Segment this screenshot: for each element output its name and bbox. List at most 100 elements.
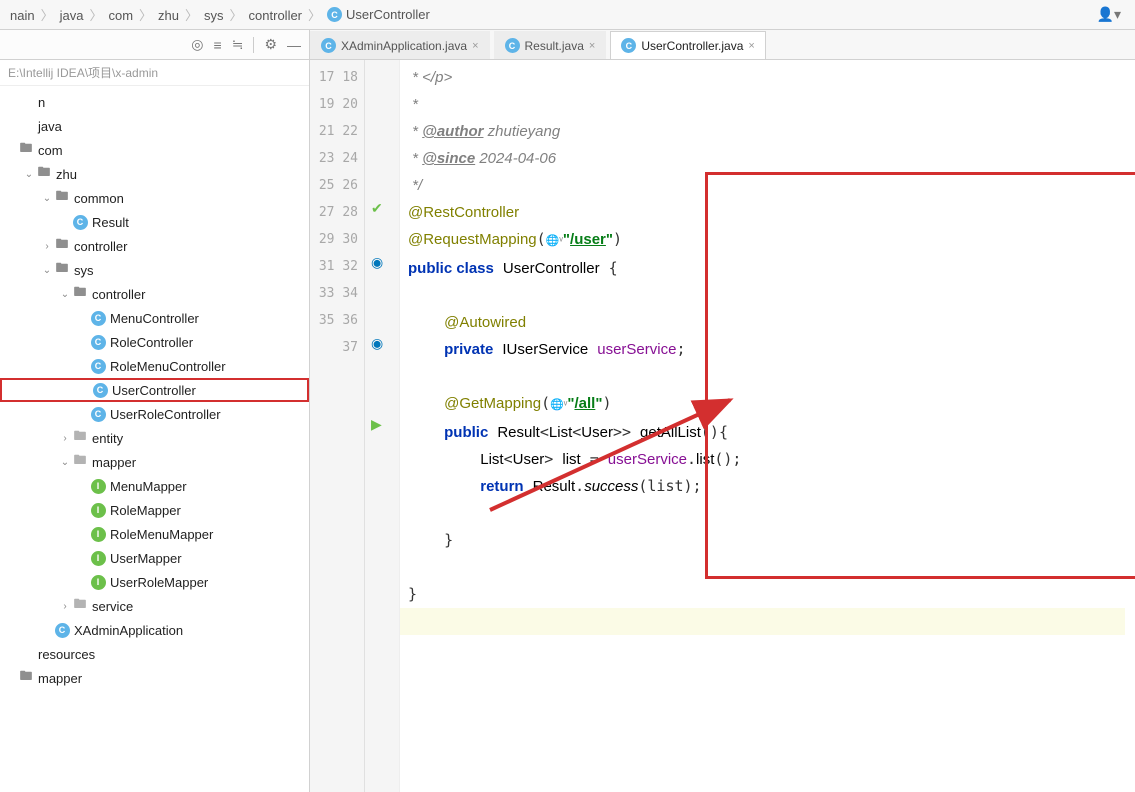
breadcrumb-item[interactable]: java (54, 8, 90, 23)
tree-label: resources (38, 647, 95, 662)
close-icon[interactable]: × (589, 40, 595, 52)
tree-label: UserMapper (110, 551, 182, 566)
locate-icon[interactable]: ◎ (191, 36, 203, 53)
editor-tab[interactable]: CXAdminApplication.java× (310, 31, 490, 59)
breadcrumb-current[interactable]: C UserController (321, 7, 436, 22)
tree-node[interactable]: ›🖿service (0, 594, 309, 618)
tree-node[interactable]: ·🖿mapper (0, 666, 309, 690)
tree-label: RoleMenuMapper (110, 527, 213, 542)
user-menu-icon[interactable]: 👤▾ (1087, 6, 1131, 23)
tree-label: java (38, 119, 62, 134)
tree-arrow-icon[interactable]: › (40, 241, 54, 252)
breadcrumb-item[interactable]: controller (243, 8, 308, 23)
tree-arrow-icon[interactable]: ⌄ (22, 169, 36, 180)
tree-arrow-icon[interactable]: › (58, 601, 72, 612)
class-icon: C (72, 214, 88, 230)
tree-node[interactable]: ·resources (0, 642, 309, 666)
code-area[interactable]: * </p> * * @author zhutieyang * @since 2… (400, 60, 1135, 792)
tree-label: UserRoleMapper (110, 575, 208, 590)
run-gutter-icon[interactable]: ✔ (371, 200, 383, 217)
tree-label: n (38, 95, 45, 110)
tree-label: XAdminApplication (74, 623, 183, 638)
folder-icon: 🖿 (72, 286, 88, 302)
class-icon: C (54, 622, 70, 638)
breadcrumb-item[interactable]: nain (4, 8, 41, 23)
tree-label: MenuController (110, 311, 199, 326)
class-icon: C (90, 406, 106, 422)
tree-arrow-icon[interactable]: › (58, 433, 72, 444)
project-panel: ◎ ≡ ≒ ⚙ — E:\Intellij IDEA\项目\x-admin ·n… (0, 30, 310, 792)
expand-all-icon[interactable]: ≡ (214, 37, 222, 53)
project-path: E:\Intellij IDEA\项目\x-admin (0, 60, 309, 86)
tree-node[interactable]: ·CXAdminApplication (0, 618, 309, 642)
chevron-right-icon: 〉 (308, 8, 321, 23)
tree-node[interactable]: ›🖿entity (0, 426, 309, 450)
tree-arrow-icon[interactable]: ⌄ (58, 457, 72, 468)
tree-label: mapper (38, 671, 82, 686)
tree-node[interactable]: ·CRoleMenuController (0, 354, 309, 378)
class-icon: C (90, 310, 106, 326)
tree-node[interactable]: ⌄🖿mapper (0, 450, 309, 474)
tree-node[interactable]: ·CRoleController (0, 330, 309, 354)
tree-label: zhu (56, 167, 77, 182)
close-icon[interactable]: × (472, 40, 478, 52)
tree-label: service (92, 599, 133, 614)
tree-node[interactable]: ›🖿controller (0, 234, 309, 258)
folder-icon: 🖿 (36, 166, 52, 182)
breadcrumb-item[interactable]: zhu (152, 8, 185, 23)
tree-node[interactable]: ⌄🖿sys (0, 258, 309, 282)
editor-tab[interactable]: CUserController.java× (610, 31, 765, 59)
class-icon: C (505, 38, 520, 53)
breadcrumb-item[interactable]: com (102, 8, 139, 23)
tree-label: com (38, 143, 63, 158)
tree-node[interactable]: ⌄🖿 zhu (0, 162, 309, 186)
folder-icon: 🖿 (54, 190, 70, 206)
tree-label: RoleMenuController (110, 359, 226, 374)
tree-node[interactable]: ·n (0, 90, 309, 114)
breadcrumb-item[interactable]: sys (198, 8, 230, 23)
gear-icon[interactable]: ⚙ (264, 36, 277, 53)
tree-node[interactable]: ·java (0, 114, 309, 138)
tree-node[interactable]: ·CResult (0, 210, 309, 234)
folder-icon: 🖿 (54, 238, 70, 254)
class-icon: C (92, 382, 108, 398)
tree-label: MenuMapper (110, 479, 187, 494)
tree-node[interactable]: ·IRoleMenuMapper (0, 522, 309, 546)
run-gutter-icon[interactable]: ▶ (371, 416, 382, 433)
editor-tab[interactable]: CResult.java× (494, 31, 607, 59)
folder-icon: 🖿 (72, 430, 88, 446)
tree-node[interactable]: ·CUserRoleController (0, 402, 309, 426)
interface-icon: I (90, 550, 106, 566)
tree-label: sys (74, 263, 94, 278)
collapse-all-icon[interactable]: ≒ (232, 36, 244, 53)
folder-icon: 🖿 (72, 454, 88, 470)
tree-node[interactable]: ·CUserController (0, 378, 309, 402)
tree-label: controller (92, 287, 145, 302)
bean-gutter-icon[interactable]: ◉ (371, 335, 383, 352)
code-editor[interactable]: 17 18 19 20 21 22 23 24 25 26 27 28 29 3… (310, 60, 1135, 792)
tree-node[interactable]: ·IRoleMapper (0, 498, 309, 522)
class-icon: C (327, 7, 342, 22)
hide-icon[interactable]: — (287, 37, 301, 53)
folder-icon: 🖿 (18, 670, 34, 686)
tree-arrow-icon[interactable]: ⌄ (58, 289, 72, 300)
project-tree[interactable]: ·n·java·🖿com⌄🖿zhu⌄🖿common·CResult›🖿contr… (0, 86, 309, 792)
tree-node[interactable]: ·🖿com (0, 138, 309, 162)
tree-node[interactable]: ·IUserMapper (0, 546, 309, 570)
chevron-right-icon: 〉 (185, 8, 198, 23)
tree-arrow-icon[interactable]: ⌄ (40, 265, 54, 276)
tree-node[interactable]: ·IMenuMapper (0, 474, 309, 498)
tree-arrow-icon[interactable]: ⌄ (40, 193, 54, 204)
tree-node[interactable]: ⌄🖿 common (0, 186, 309, 210)
tree-label: RoleMapper (110, 503, 181, 518)
close-icon[interactable]: × (748, 40, 754, 52)
class-icon: C (621, 38, 636, 53)
chevron-right-icon: 〉 (41, 8, 54, 23)
tree-label: common (74, 191, 124, 206)
bean-gutter-icon[interactable]: ◉ (371, 254, 383, 271)
chevron-right-icon: 〉 (89, 8, 102, 23)
tree-node[interactable]: ⌄🖿 controller (0, 282, 309, 306)
tree-node[interactable]: ·CMenuController (0, 306, 309, 330)
chevron-right-icon: 〉 (139, 8, 152, 23)
tree-node[interactable]: ·IUserRoleMapper (0, 570, 309, 594)
